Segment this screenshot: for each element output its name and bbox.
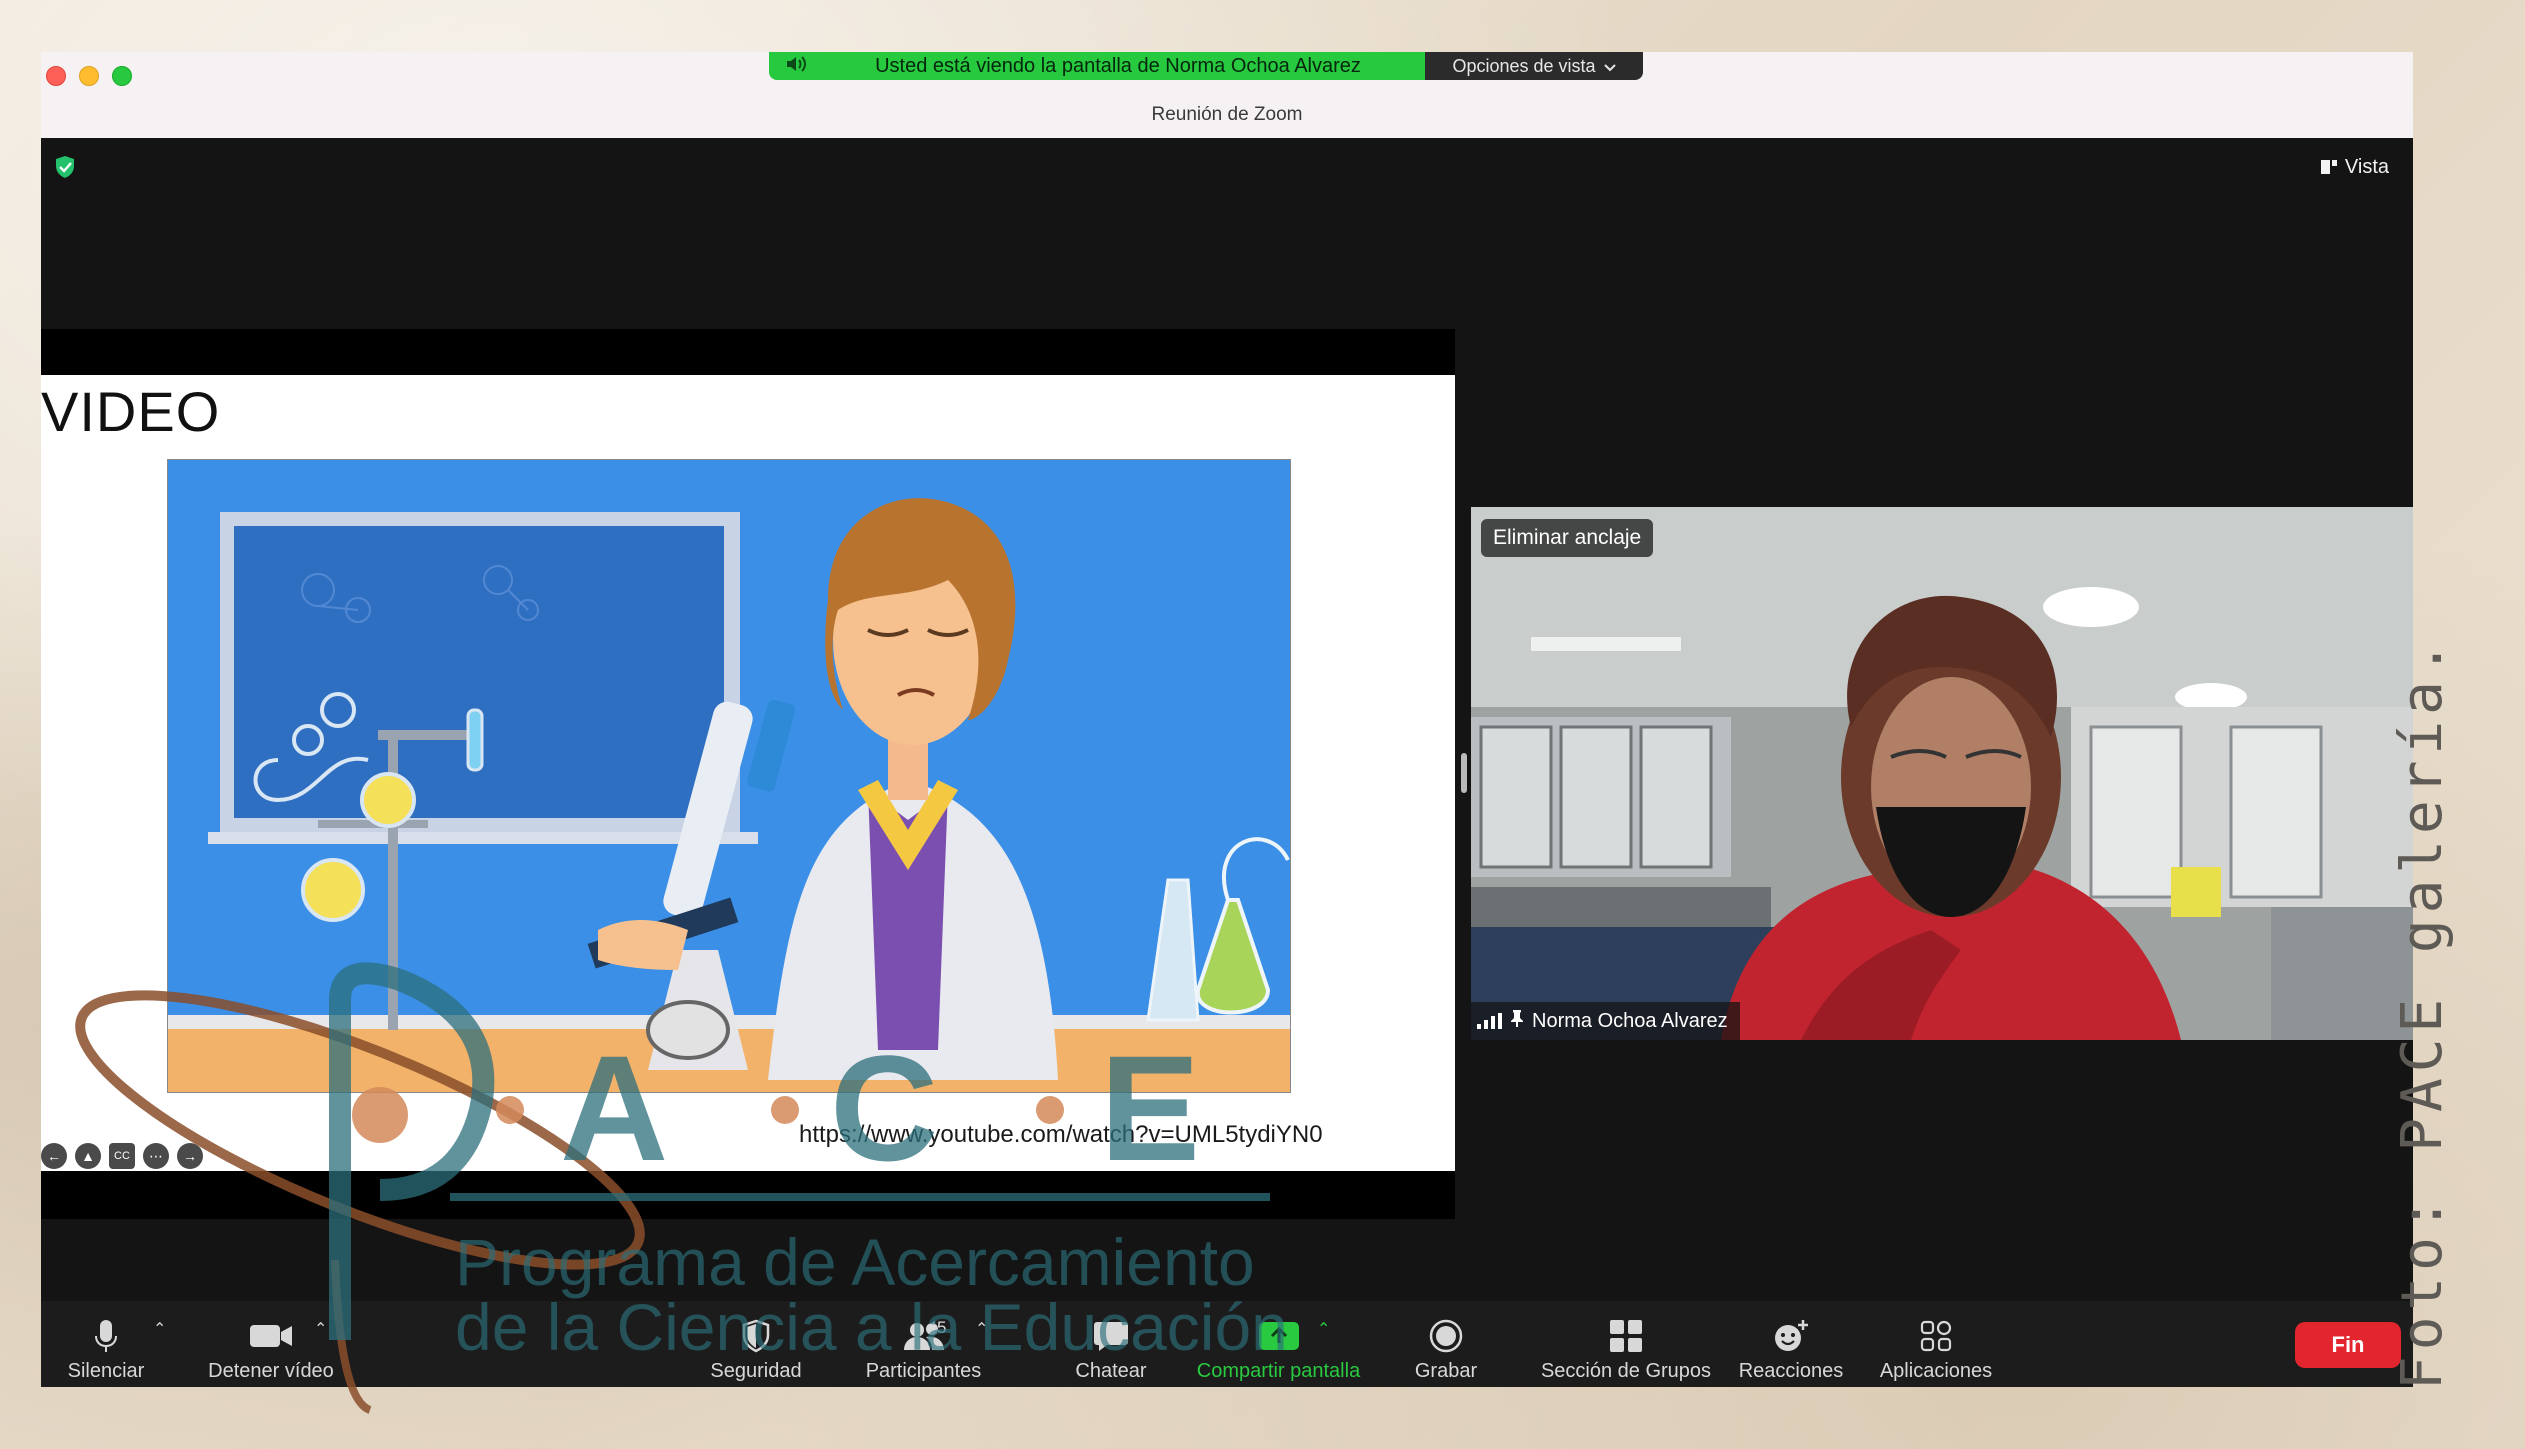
previous-slide-icon[interactable]: ← bbox=[41, 1143, 67, 1169]
participants-label: Participantes bbox=[865, 1360, 982, 1382]
share-options-chevron-icon[interactable]: ⌃ bbox=[1317, 1319, 1330, 1339]
close-window-button[interactable] bbox=[46, 66, 66, 86]
participants-icon: 45 bbox=[884, 1316, 964, 1356]
participant-video-feed bbox=[1471, 507, 2413, 1040]
record-label: Grabar bbox=[1414, 1360, 1478, 1382]
participants-options-chevron-icon[interactable]: ⌃ bbox=[975, 1319, 988, 1339]
mute-button[interactable]: Silenciar bbox=[61, 1309, 151, 1383]
stop-video-label: Detener vídeo bbox=[208, 1360, 334, 1382]
share-screen-label: Compartir pantalla bbox=[1196, 1360, 1361, 1382]
shared-screen: VIDEO https://www.youtube.com/watch?v=UM… bbox=[41, 329, 1455, 1219]
meeting-content: Vista VIDEO https://www.youtube.com/watc… bbox=[41, 138, 2413, 1301]
chat-bubble-icon bbox=[1093, 1316, 1129, 1356]
apps-button[interactable]: Aplicaciones bbox=[1831, 1309, 2041, 1383]
end-meeting-button[interactable]: Fin bbox=[2295, 1322, 2401, 1368]
participants-count: 45 bbox=[927, 1318, 947, 1337]
slide-url-link[interactable]: https://www.youtube.com/watch?v=UML5tydi… bbox=[799, 1121, 1323, 1149]
pointer-tool-icon[interactable]: ▲ bbox=[75, 1143, 101, 1169]
chevron-down-icon bbox=[1603, 56, 1616, 77]
presentation-slide: VIDEO https://www.youtube.com/watch?v=UM… bbox=[41, 375, 1455, 1171]
share-screen-icon bbox=[1258, 1316, 1300, 1356]
reactions-label: Reacciones bbox=[1738, 1360, 1844, 1382]
smiley-plus-icon bbox=[1773, 1316, 1809, 1356]
breakout-rooms-label: Sección de Grupos bbox=[1540, 1360, 1712, 1382]
zoom-window-button[interactable] bbox=[112, 66, 132, 86]
security-shield-icon[interactable] bbox=[54, 155, 76, 179]
title-bar: Usted está viendo la pantalla de Norma O… bbox=[41, 52, 2413, 138]
security-button[interactable]: Seguridad bbox=[681, 1309, 831, 1383]
shield-icon bbox=[741, 1316, 771, 1356]
pin-icon bbox=[1510, 1009, 1524, 1033]
participant-video-tile[interactable]: Eliminar anclaje Norma Ochoa Alvarez bbox=[1471, 507, 2413, 1040]
chat-label: Chatear bbox=[1075, 1360, 1147, 1382]
photo-credit: Foto: PACE galería. bbox=[2390, 635, 2455, 1390]
mute-label: Silenciar bbox=[67, 1360, 145, 1382]
audio-options-chevron-icon[interactable]: ⌃ bbox=[153, 1319, 166, 1339]
splitter-handle[interactable] bbox=[1461, 753, 1467, 793]
view-options-dropdown[interactable]: Opciones de vista bbox=[1425, 52, 1643, 80]
next-slide-icon[interactable]: → bbox=[177, 1143, 203, 1169]
screen-share-banner: Usted está viendo la pantalla de Norma O… bbox=[769, 52, 1425, 80]
speaker-icon bbox=[785, 55, 811, 78]
video-options-chevron-icon[interactable]: ⌃ bbox=[314, 1319, 327, 1339]
view-layout-icon bbox=[2320, 160, 2337, 174]
video-camera-icon bbox=[249, 1316, 293, 1356]
breakout-rooms-grid-icon bbox=[1609, 1316, 1643, 1356]
embedded-video-thumbnail[interactable] bbox=[167, 459, 1291, 1093]
scientist-illustration bbox=[168, 460, 1290, 1092]
view-options-label: Opciones de vista bbox=[1452, 55, 1596, 76]
participant-name: Norma Ochoa Alvarez bbox=[1532, 1009, 1728, 1032]
apps-label: Aplicaciones bbox=[1879, 1360, 1993, 1382]
apps-icon bbox=[1920, 1316, 1952, 1356]
zoom-window: Usted está viendo la pantalla de Norma O… bbox=[41, 52, 2413, 1387]
view-button[interactable]: Vista bbox=[2313, 150, 2397, 184]
record-icon bbox=[1429, 1316, 1463, 1356]
connection-signal-icon bbox=[1477, 1013, 1502, 1029]
captions-icon[interactable]: CC bbox=[109, 1143, 135, 1169]
microphone-icon bbox=[94, 1316, 118, 1356]
participant-name-tag: Norma Ochoa Alvarez bbox=[1471, 1002, 1740, 1040]
slide-title: VIDEO bbox=[41, 380, 221, 443]
share-banner-text: Usted está viendo la pantalla de Norma O… bbox=[875, 54, 1361, 77]
window-title: Reunión de Zoom bbox=[1151, 104, 1303, 125]
view-button-label: Vista bbox=[2344, 155, 2389, 178]
slide-controls: ← ▲ CC ⋯ → bbox=[41, 1143, 203, 1169]
unpin-button[interactable]: Eliminar anclaje bbox=[1481, 519, 1654, 557]
minimize-window-button[interactable] bbox=[79, 66, 99, 86]
security-label: Seguridad bbox=[710, 1360, 802, 1382]
meeting-toolbar: Silenciar ⌃ Detener vídeo ⌃ Seguridad 45… bbox=[41, 1301, 2413, 1387]
more-options-icon[interactable]: ⋯ bbox=[143, 1143, 169, 1169]
share-screen-button[interactable]: Compartir pantalla bbox=[1146, 1309, 1411, 1383]
